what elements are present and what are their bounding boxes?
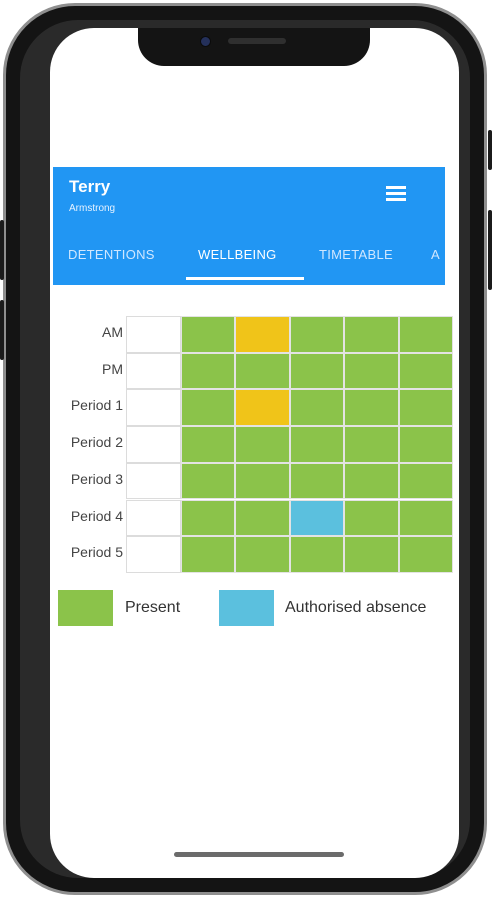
attendance-cell xyxy=(180,499,235,537)
tab-overflow[interactable]: A xyxy=(431,247,440,262)
speaker-grille xyxy=(228,38,286,44)
attendance-cell xyxy=(235,499,290,537)
attendance-cell xyxy=(180,316,235,353)
attendance-cell xyxy=(289,499,344,537)
attendance-cell xyxy=(126,536,181,573)
row-label: PM xyxy=(102,360,123,377)
student-subtitle: Armstrong xyxy=(69,203,116,214)
attendance-cell xyxy=(126,352,181,390)
attendance-cell xyxy=(344,536,399,573)
row-label: AM xyxy=(102,324,123,340)
side-button xyxy=(0,300,4,360)
attendance-cell xyxy=(344,316,399,353)
legend-label-authorised: Authorised absence xyxy=(285,599,427,616)
side-button xyxy=(488,210,492,290)
side-button xyxy=(0,220,4,280)
attendance-cell xyxy=(126,462,181,500)
attendance-cell xyxy=(235,316,290,353)
attendance-cell xyxy=(235,536,290,573)
attendance-cell xyxy=(180,426,235,463)
row-label: Period 1 xyxy=(70,397,123,414)
side-button xyxy=(488,130,492,170)
row-label: Period 5 xyxy=(70,544,123,561)
attendance-cell xyxy=(289,389,344,427)
attendance-cell xyxy=(344,352,399,390)
home-indicator xyxy=(174,852,344,857)
attendance-cell xyxy=(344,426,399,463)
attendance-cell xyxy=(344,499,399,537)
tab-detentions[interactable]: DETENTIONS xyxy=(68,247,155,262)
attendance-cell xyxy=(398,389,453,427)
attendance-cell xyxy=(398,426,453,463)
camera-icon xyxy=(200,36,211,47)
attendance-cell xyxy=(289,426,344,463)
tab-bar: DETENTIONS WELLBEING TIMETABLE A xyxy=(53,243,445,285)
legend-swatch-present xyxy=(58,590,113,626)
attendance-cell xyxy=(344,389,399,427)
student-name: Terry xyxy=(69,177,111,196)
legend-swatch-authorised xyxy=(219,590,274,626)
attendance-cell xyxy=(235,352,290,390)
attendance-cell xyxy=(180,389,235,427)
phone-notch xyxy=(138,28,370,66)
tab-timetable[interactable]: TIMETABLE xyxy=(319,247,393,262)
attendance-cell xyxy=(126,389,181,427)
active-tab-indicator xyxy=(186,277,304,280)
attendance-cell xyxy=(126,316,181,353)
attendance-cell xyxy=(235,389,290,427)
attendance-cell xyxy=(289,536,344,573)
app-bar: Terry Armstrong DETENTIONS WELLBEING TIM… xyxy=(53,167,445,285)
attendance-cell xyxy=(398,499,453,537)
attendance-cell xyxy=(126,426,181,463)
attendance-cell xyxy=(235,462,290,500)
attendance-cell xyxy=(344,462,399,500)
attendance-cell xyxy=(235,426,290,463)
attendance-cell xyxy=(289,352,344,390)
attendance-cell xyxy=(398,316,453,353)
attendance-cell xyxy=(289,316,344,353)
legend-label-present: Present xyxy=(125,599,181,616)
row-label: Period 4 xyxy=(70,507,123,524)
attendance-cell xyxy=(180,536,235,573)
hamburger-menu-icon[interactable] xyxy=(386,186,406,202)
attendance-cell xyxy=(180,352,235,390)
attendance-cell xyxy=(126,499,181,537)
attendance-cell xyxy=(398,536,453,573)
tab-wellbeing[interactable]: WELLBEING xyxy=(198,247,277,262)
row-label: Period 3 xyxy=(70,470,123,487)
row-label: Period 2 xyxy=(70,434,123,451)
attendance-cell xyxy=(398,352,453,390)
attendance-cell xyxy=(289,462,344,500)
attendance-cell xyxy=(398,462,453,500)
attendance-cell xyxy=(180,462,235,500)
